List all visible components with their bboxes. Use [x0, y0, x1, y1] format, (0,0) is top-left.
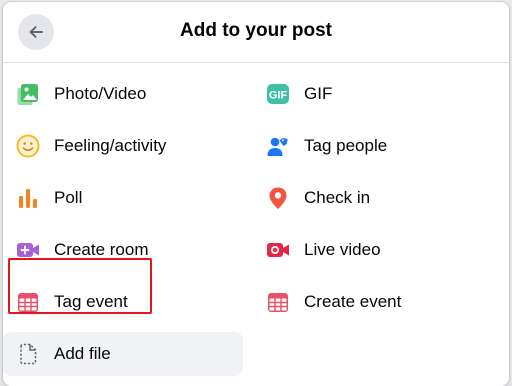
option-photo-video[interactable]: Photo/Video [3, 72, 243, 116]
option-label: Feeling/activity [54, 136, 167, 155]
svg-text:GIF: GIF [269, 90, 288, 102]
option-poll[interactable]: Poll [3, 176, 243, 220]
file-icon [16, 342, 40, 366]
dialog-header: Add to your post [3, 2, 509, 63]
poll-icon [16, 186, 40, 210]
add-to-post-dialog: Add to your post Photo/Video GIF GIF Fee… [3, 2, 509, 386]
option-create-event[interactable]: Create event [253, 280, 493, 324]
calendar-icon [16, 290, 40, 314]
option-add-file[interactable]: Add file [3, 332, 243, 376]
option-check-in[interactable]: Check in [253, 176, 493, 220]
live-video-icon [266, 238, 290, 262]
smiley-icon [16, 134, 40, 158]
calendar-icon [266, 290, 290, 314]
option-label: Live video [304, 240, 381, 259]
option-tag-event[interactable]: Tag event [3, 280, 243, 324]
option-live-video[interactable]: Live video [253, 228, 493, 272]
option-label: Check in [304, 188, 371, 207]
dialog-title: Add to your post [180, 20, 332, 41]
option-label: Photo/Video [54, 84, 147, 103]
option-label: Add file [54, 344, 111, 363]
location-pin-icon [266, 186, 290, 210]
option-tag-people[interactable]: Tag people [253, 124, 493, 168]
gif-icon: GIF [266, 82, 290, 106]
option-label: Create event [304, 292, 402, 311]
option-gif[interactable]: GIF GIF [253, 72, 493, 116]
option-feeling-activity[interactable]: Feeling/activity [3, 124, 243, 168]
photo-video-icon [16, 82, 40, 106]
option-label: Poll [54, 188, 83, 207]
tag-people-icon [266, 134, 290, 158]
option-label: Create room [54, 240, 149, 259]
option-label: Tag people [304, 136, 388, 155]
option-label: Tag event [54, 292, 128, 311]
video-room-icon [16, 238, 40, 262]
option-label: GIF [304, 84, 333, 103]
options-grid: Photo/Video GIF GIF Feeling/activity Tag… [3, 63, 509, 386]
option-create-room[interactable]: Create room [3, 228, 243, 272]
